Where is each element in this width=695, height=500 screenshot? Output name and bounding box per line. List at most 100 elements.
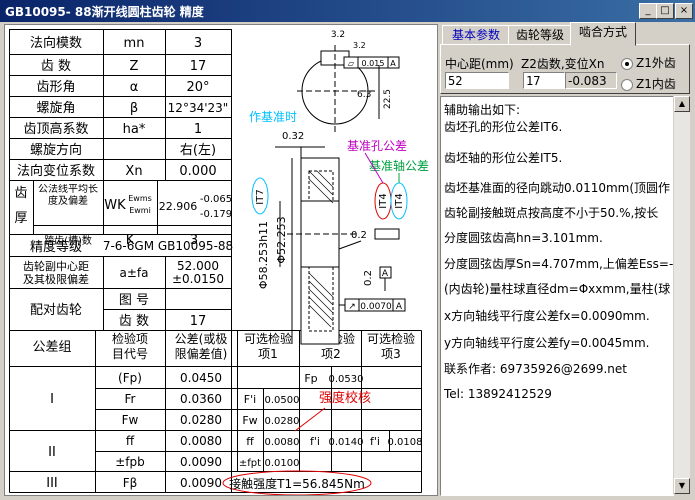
tol-opt2-value: 0.0530 — [329, 374, 364, 385]
bore-tol-label: 基准孔公差 — [347, 139, 407, 153]
center-value-1: 52.000 — [177, 259, 219, 273]
maximize-button[interactable]: □ — [656, 3, 674, 19]
radio-internal-gear[interactable] — [621, 79, 633, 91]
tol-opt1-code: F'i — [244, 393, 256, 406]
center-label-2: 及其极限偏差 — [23, 272, 89, 286]
param-value: 12°34'23" — [168, 101, 229, 115]
output-line: 齿轮副接触斑点按高度不小于50.%,按长 — [444, 206, 659, 220]
it7-label: IT7 — [255, 189, 266, 204]
center-value-2: ±0.0150 — [172, 272, 224, 286]
param-value: 17 — [190, 59, 207, 74]
runout-datum: A — [396, 302, 403, 312]
od-dim: Φ58.253h11 — [257, 221, 270, 289]
datum-box-a-label: A — [382, 269, 389, 279]
flatness-tolerance: 0.015 — [362, 59, 385, 68]
tab-basic-params-label: 基本参数 — [451, 28, 500, 42]
mating-label: 配对齿轮 — [30, 303, 82, 318]
dim-side-label: 3.2 — [353, 41, 366, 50]
tol-row-4: ±fpb 0.0090 ±fpt 0.0100 — [115, 455, 299, 469]
tol-row-1: Fr 0.0360 F'i 0.0500 — [125, 392, 300, 406]
tol-group-1: I — [50, 392, 54, 407]
param-symbol: α — [130, 80, 139, 95]
tol-row-2: Fw 0.0280 Fw 0.0280 — [122, 413, 300, 427]
tol-opt2-code: Fp — [304, 372, 317, 385]
center-symbol: a±fa — [120, 266, 149, 280]
tol-header-item-2: 目代号 — [112, 347, 148, 361]
close-button[interactable]: × — [675, 3, 693, 19]
xn-shift-value: -0.083 — [565, 72, 617, 89]
tol-opt1-code: ff — [246, 435, 254, 448]
wk-sub-top: Ewms — [128, 194, 152, 203]
tol-header-opt1-2: 项1 — [258, 347, 278, 361]
runout-tolerance: 0.0070 — [360, 302, 392, 312]
tol-opt1-value: 0.0500 — [265, 395, 300, 406]
face-dim: 0.2 — [363, 270, 374, 286]
work-datum-label: 作基准时 — [249, 110, 297, 124]
it4a-label: IT4 — [378, 193, 389, 208]
mating-row1-label: 图 号 — [119, 293, 149, 308]
param-label: 螺旋角 — [36, 101, 75, 116]
param-symbol: β — [130, 101, 138, 116]
it-frame-box — [374, 228, 400, 240]
tol-opt2-value: 0.0140 — [329, 437, 364, 448]
z2-teeth-input[interactable]: 17 — [523, 72, 565, 89]
tab-mesh-mode-label: 啮合方式 — [578, 25, 627, 39]
tab-mesh-mode[interactable]: 啮合方式 — [570, 22, 636, 46]
center-distance-input[interactable]: 52 — [445, 72, 509, 89]
scroll-down-button[interactable]: ▼ — [674, 478, 690, 494]
output-line: 辅助输出如下: — [444, 103, 521, 117]
tol-header-opt1-1: 可选检验 — [244, 331, 292, 346]
tol-row-0: (Fp) 0.0450 Fp 0.0530 — [118, 371, 363, 385]
wk-side-label-1: 齿 — [14, 186, 27, 201]
tol-code: Fβ — [123, 476, 138, 490]
wk-side-label-2: 厚 — [14, 211, 27, 226]
flatness-symbol: ▱ — [348, 59, 355, 68]
param-symbol: Z — [130, 59, 139, 74]
tol-opt1-value: 0.0080 — [265, 437, 300, 448]
tol-value: 0.0090 — [180, 455, 222, 469]
window-title: GB10095- 88渐开线圆柱齿轮 精度 — [5, 5, 204, 19]
gear-technical-drawing: 3.2 3.2 ▱ 0.015 A 22.5 6.3 Φ52.253 Φ58.2… — [249, 30, 429, 345]
param-value: 右(左) — [180, 143, 216, 158]
bore-dim: Φ52.253 — [275, 216, 288, 263]
output-line: Tel: 13892412529 — [444, 387, 552, 401]
param-row-5: 螺旋方向 右(左) — [30, 142, 216, 158]
tol-opt1-code: Fw — [242, 414, 257, 427]
param-symbol: mn — [124, 36, 145, 51]
param-label: 法向变位系数 — [17, 163, 95, 179]
runout-symbol: ↗ — [348, 302, 356, 312]
tab-gear-grade[interactable]: 齿轮等级 — [508, 25, 572, 46]
wk-dev-top: -0.065 — [200, 194, 232, 205]
center-label-1: 齿轮副中心距 — [23, 259, 89, 273]
gear-drawing-panel: 法向模数 mn 3 齿 数 Z 17 齿形角 α 20° 螺旋角 β 12°34… — [4, 24, 438, 496]
tol-group-3: III — [46, 476, 58, 491]
param-row-6: 法向变位系数 Xn 0.000 — [17, 163, 217, 179]
scroll-up-button[interactable]: ▲ — [674, 96, 690, 112]
face-finish-leader — [338, 240, 362, 250]
wk-sub-bottom: Ewmi — [129, 206, 151, 215]
tol-code: ff — [126, 434, 135, 448]
grade-value: 7-6-6GM GB10095-88 — [103, 239, 233, 253]
tol-row-5: Fβ 0.0090 — [123, 476, 222, 490]
chamfer-dim: 0.32 — [282, 131, 304, 142]
output-scrollbar[interactable]: ▲ ▼ — [673, 96, 690, 494]
tol-value: 0.0450 — [180, 371, 222, 385]
tol-header-group: 公差组 — [32, 340, 71, 355]
shaft-tol-label: 基准轴公差 — [369, 158, 429, 173]
tol-header-opt2-2: 项2 — [321, 347, 341, 361]
param-value: 3 — [194, 36, 202, 51]
radio-external-gear-label: Z1外齿 — [636, 56, 676, 70]
radio-external-gear[interactable] — [621, 58, 633, 70]
output-line: 齿坯基准面的径向跳动0.0110mm(顶圆作 — [444, 181, 671, 195]
minimize-button[interactable]: _ — [639, 3, 657, 19]
param-row-2: 齿形角 α 20° — [36, 80, 209, 95]
auxiliary-output-textarea[interactable]: 辅助输出如下: 齿坯孔的形位公差IT6. 齿坯轴的形位公差IT5. 齿坯基准面的… — [440, 96, 674, 496]
tol-code: Fr — [125, 392, 136, 406]
output-line: 联系作者: 69735926@2699.net — [444, 362, 627, 376]
tol-group-2: II — [48, 445, 56, 460]
output-line: 齿坯孔的形位公差IT6. — [444, 120, 563, 134]
radio-internal-gear-label: Z1内齿 — [636, 77, 676, 91]
tab-basic-params[interactable]: 基本参数 — [442, 25, 510, 46]
mating-row2-label: 齿 数 — [119, 314, 149, 329]
param-row-4: 齿顶高系数 ha* 1 — [23, 121, 202, 137]
